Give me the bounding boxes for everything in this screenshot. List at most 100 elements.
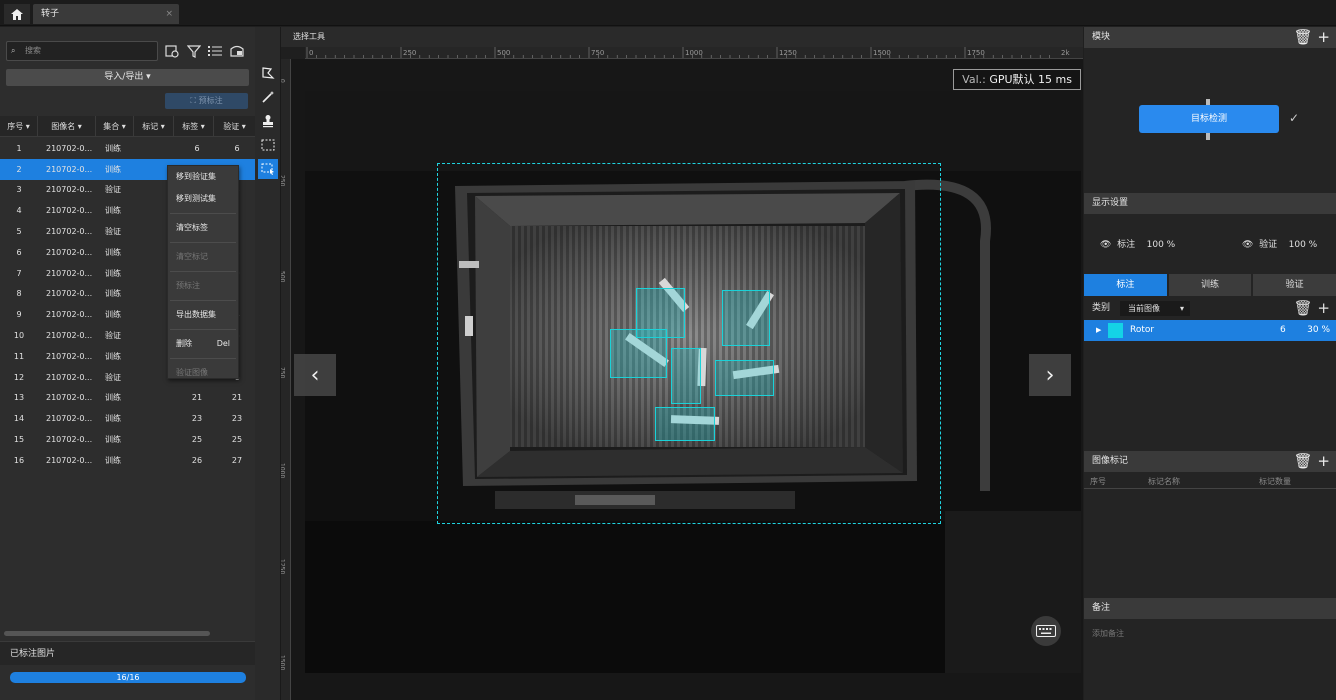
class-color-swatch[interactable] — [1108, 323, 1123, 338]
table-cell: 26 — [191, 455, 203, 465]
column-header-verify[interactable]: 验证 ▾ — [214, 116, 255, 137]
trash-icon[interactable]: 🗑 — [1294, 28, 1313, 46]
menu-item-delete[interactable]: 删除 Del — [168, 333, 238, 355]
class-scope-select[interactable]: 当前图像 ▾ — [1120, 301, 1190, 316]
tab-train[interactable]: 训练 — [1168, 274, 1252, 296]
menu-item-export-dataset[interactable]: 导出数据集 — [168, 304, 238, 326]
selection-rectangle[interactable] — [437, 163, 941, 524]
tab-verify[interactable]: 验证 — [1253, 274, 1336, 296]
annotated-images-title: 已标注图片 — [0, 641, 255, 665]
menu-divider — [170, 242, 236, 243]
select-tool-icon[interactable] — [258, 159, 278, 179]
table-cell: 210702-0... — [46, 351, 93, 361]
label-opacity-setting[interactable]: 👁 标注 100 % — [1100, 237, 1175, 250]
annotation-box[interactable] — [715, 360, 774, 396]
table-cell: 210702-0... — [46, 310, 93, 320]
list-view-icon[interactable] — [207, 43, 223, 59]
table-cell: 210702-0... — [46, 268, 93, 278]
table-row[interactable]: 15 210702-0... 训练 25 25 — [0, 429, 255, 450]
table-cell: 10 — [13, 331, 25, 341]
trash-icon[interactable]: 🗑 — [1294, 299, 1313, 317]
table-cell: 13 — [13, 393, 25, 403]
polygon-tool-icon[interactable] — [258, 63, 278, 83]
table-cell: 21 — [231, 393, 243, 403]
table-cell: 训练 — [105, 351, 121, 361]
table-cell: 训练 — [105, 435, 121, 445]
next-image-button[interactable]: › — [1029, 354, 1071, 396]
annotation-box[interactable] — [671, 348, 701, 404]
image-filter-icon[interactable] — [164, 43, 180, 59]
table-row[interactable]: 14 210702-0... 训练 23 23 — [0, 408, 255, 429]
column-header-name[interactable]: 图像名 ▾ — [38, 115, 96, 137]
tab-bar: 转子 × — [0, 0, 1336, 26]
table-row[interactable]: 1 210702-0... 训练 6 6 — [0, 138, 255, 159]
add-icon[interactable]: + — [1317, 28, 1330, 46]
prev-image-button[interactable]: ‹ — [294, 354, 336, 396]
menu-item-clear-labels[interactable]: 清空标签 — [168, 217, 238, 239]
table-cell: 5 — [16, 227, 22, 237]
ruler-label: 750 — [591, 49, 604, 57]
table-cell: 1 — [16, 143, 22, 153]
search-input[interactable]: ⌕ 搜索 — [6, 41, 158, 61]
column-header-mark[interactable]: 标记 ▾ — [134, 115, 174, 137]
home-icon — [11, 8, 23, 20]
expand-icon[interactable]: ▶ — [1096, 320, 1101, 341]
horizontal-scrollbar[interactable] — [4, 631, 210, 636]
table-header: 序号 ▾ 图像名 ▾ 集合 ▾ 标记 ▾ 标签 ▾ 验证 ▾ — [0, 115, 255, 137]
table-cell: 训练 — [105, 310, 121, 320]
ruler-label: 250 — [281, 175, 286, 187]
table-cell: 12 — [13, 372, 25, 382]
close-icon[interactable]: × — [165, 4, 173, 24]
tool-strip — [255, 27, 281, 700]
column-header-no[interactable]: 序号 ▾ — [0, 115, 38, 137]
tab-label[interactable]: 标注 — [1084, 274, 1167, 296]
annotation-box[interactable] — [655, 407, 715, 441]
table-cell: 6 — [16, 247, 22, 257]
trash-icon[interactable]: 🗑 — [1294, 452, 1313, 470]
eye-icon[interactable]: 👁 — [1242, 240, 1253, 250]
table-cell: 验证 — [105, 372, 121, 382]
column-header-set[interactable]: 集合 ▾ — [96, 115, 134, 137]
menu-item-move-to-test[interactable]: 移到测试集 — [168, 188, 238, 210]
table-cell: 训练 — [105, 268, 121, 278]
import-export-button[interactable]: 导入/导出 ▾ — [6, 69, 249, 86]
note-header: 备注 — [1084, 598, 1336, 619]
search-icon: ⌕ — [11, 46, 16, 55]
note-input[interactable]: 添加备注 — [1092, 628, 1124, 639]
search-placeholder: 搜索 — [25, 46, 41, 55]
val-text: GPU默认 15 ms — [989, 73, 1072, 86]
val-opacity-setting[interactable]: 👁 验证 100 % — [1242, 237, 1317, 250]
add-icon[interactable]: + — [1317, 452, 1330, 470]
table-cell: 23 — [191, 414, 203, 424]
menu-item-move-to-validation[interactable]: 移到验证集 — [168, 166, 238, 188]
tab-file[interactable]: 转子 × — [33, 4, 179, 24]
annotation-box[interactable] — [722, 290, 770, 346]
ruler-label: 1000 — [281, 463, 286, 478]
menu-item-delete-label: 删除 — [176, 339, 192, 348]
eye-icon[interactable]: 👁 — [1100, 240, 1111, 250]
prelabel-button[interactable]: ⛶ 预标注 — [165, 93, 248, 109]
add-icon[interactable]: + — [1317, 299, 1330, 317]
magic-wand-icon[interactable] — [258, 87, 278, 107]
table-cell: 7 — [16, 268, 22, 278]
table-cell: 训练 — [105, 455, 121, 465]
filter-icon[interactable] — [186, 43, 202, 59]
annotation-box[interactable] — [610, 329, 667, 378]
ruler-label: 0 — [309, 49, 313, 57]
ruler-label: 500 — [281, 271, 286, 283]
home-button[interactable] — [4, 4, 30, 24]
module-node-object-detection[interactable]: 目标检测 — [1139, 105, 1279, 133]
ruler-label: 1250 — [281, 559, 286, 574]
column-header-label[interactable]: 标签 ▾ — [174, 115, 214, 137]
keyboard-shortcuts-button[interactable] — [1031, 616, 1061, 646]
table-cell: 25 — [191, 435, 203, 445]
class-row-rotor[interactable]: ▶ Rotor 6 30 % — [1084, 320, 1336, 341]
stamp-tool-icon[interactable] — [258, 111, 278, 131]
rectangle-select-icon[interactable] — [258, 135, 278, 155]
thumbnail-view-icon[interactable] — [229, 43, 245, 59]
image-viewport[interactable]: Val.: GPU默认 15 ms ‹ › — [291, 59, 1083, 700]
table-row[interactable]: 13 210702-0... 训练 21 21 — [0, 388, 255, 409]
table-row[interactable]: 16 210702-0... 训练 26 27 — [0, 450, 255, 471]
ruler-label: 750 — [281, 367, 286, 379]
table-cell: 训练 — [105, 393, 121, 403]
